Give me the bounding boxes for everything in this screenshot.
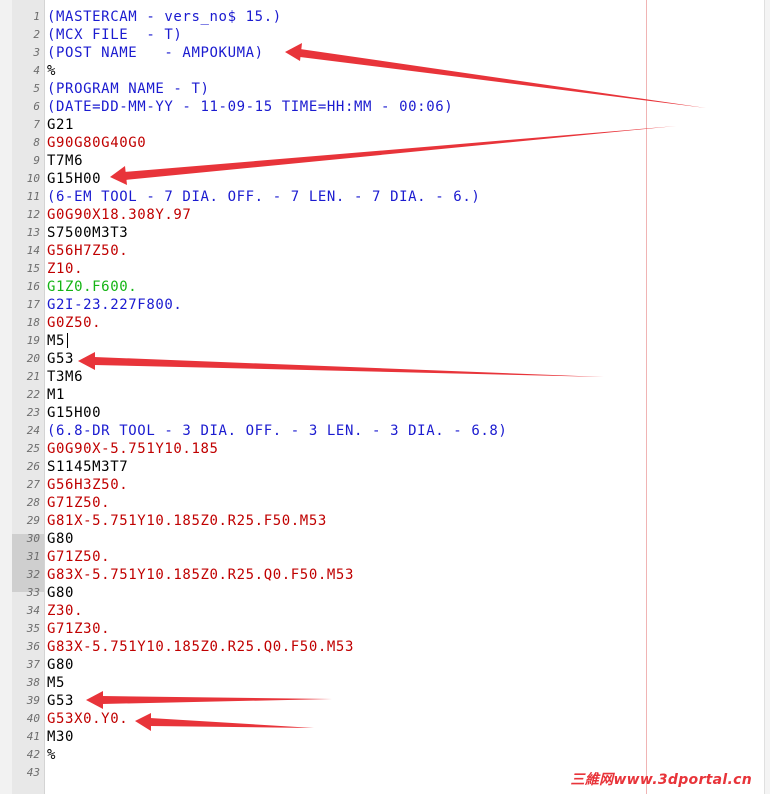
watermark: 三維网www.3dportal.cn [570, 772, 752, 788]
arrow-to-g53x0y0 [135, 713, 314, 731]
arrow-to-g53-line20 [78, 352, 604, 377]
arrow-to-g15h00 [110, 126, 676, 185]
code-editor[interactable]: 1 (MASTERCAM - vers_no$ 15.) 2 (MCX FILE - … [0, 0, 770, 794]
arrow-to-g53-line39 [86, 691, 332, 709]
arrow-to-post-name [285, 43, 706, 108]
annotation-arrows [78, 43, 706, 731]
